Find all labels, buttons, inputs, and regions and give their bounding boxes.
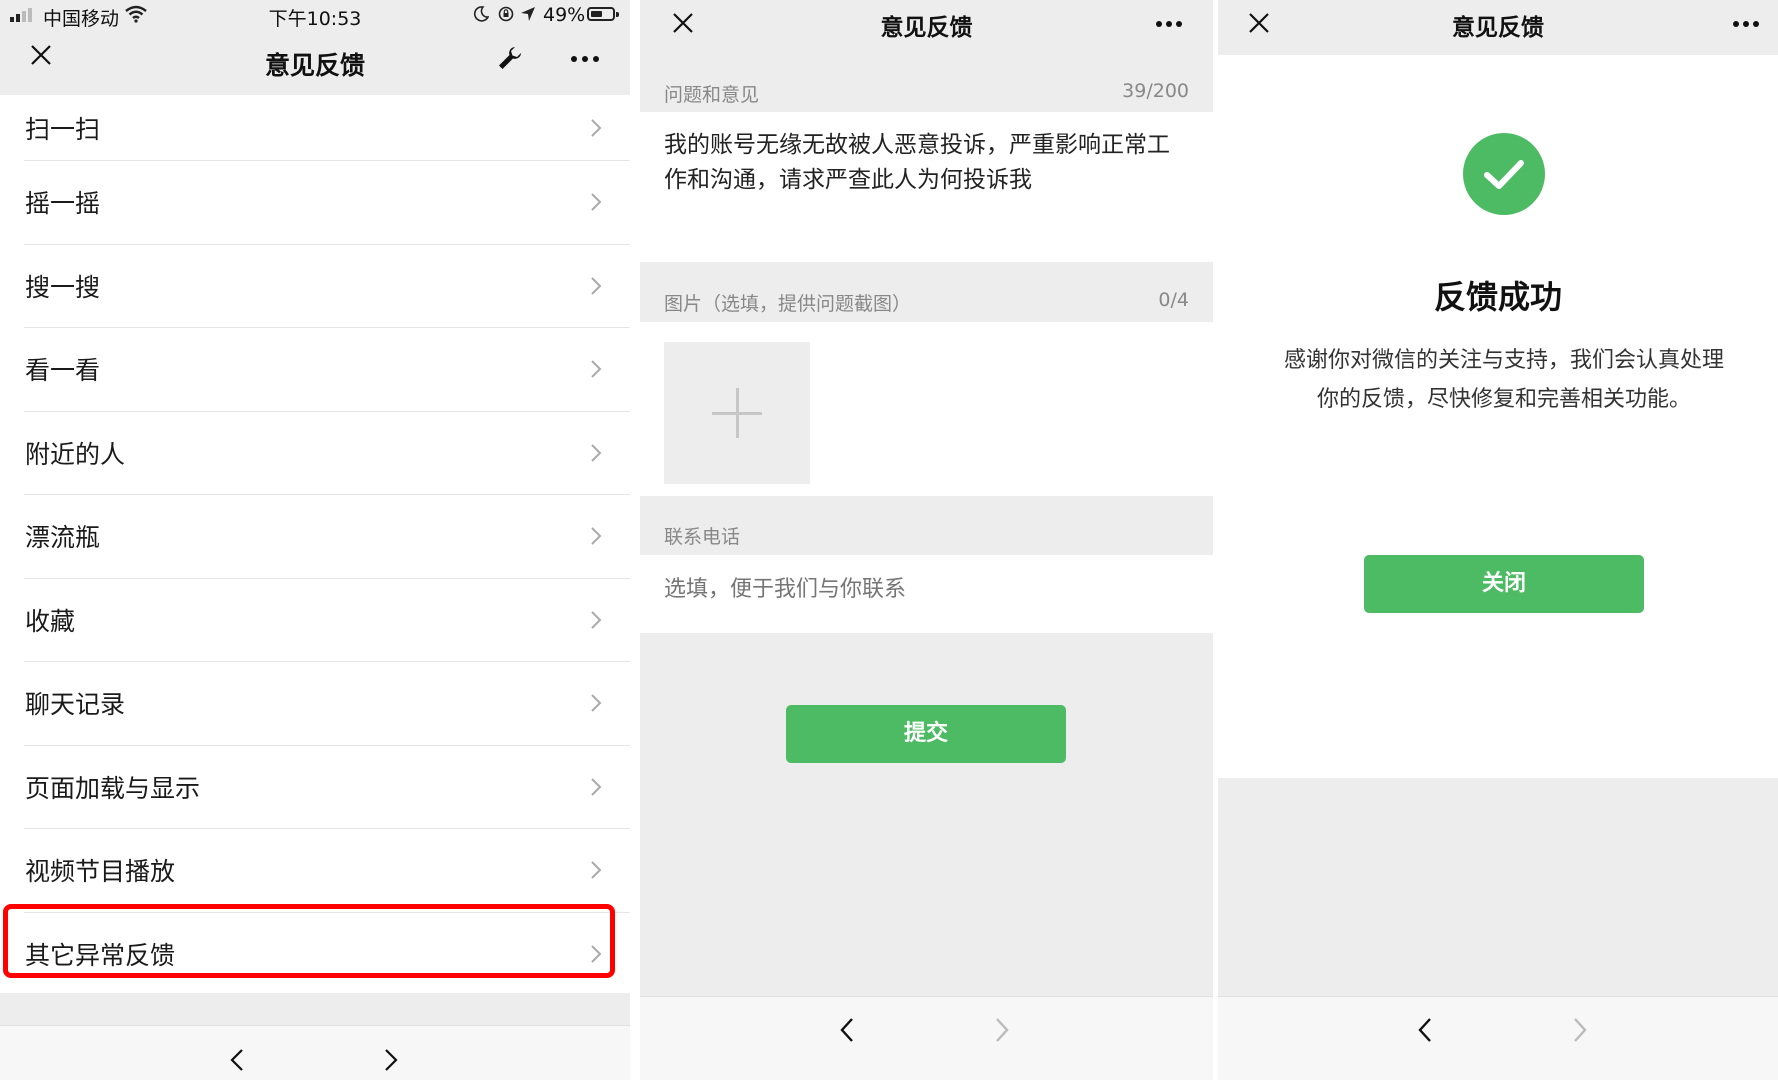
list-item[interactable]: 页面加载与显示 [24,746,630,829]
list-item-label: 扫一扫 [25,114,101,144]
highlight-box [3,904,615,978]
chevron-right-icon[interactable] [1573,1017,1587,1043]
char-counter: 39/200 [1122,80,1189,102]
chevron-right-icon [591,360,602,378]
chevron-right-icon [591,778,602,796]
chevron-right-icon [591,611,602,629]
chevron-right-icon [591,694,602,712]
more-icon[interactable] [570,55,600,63]
list-item[interactable]: 视频节目播放 [24,829,630,913]
image-counter: 0/4 [1158,289,1189,311]
location-icon [521,7,535,21]
list-item[interactable]: 收藏 [24,579,630,662]
close-button[interactable]: 关闭 [1364,555,1644,613]
add-image-button[interactable] [664,342,810,484]
chevron-right-icon [591,527,602,545]
list-item[interactable]: 聊天记录 [24,662,630,746]
list-item-label: 聊天记录 [25,690,126,720]
list-item[interactable]: 摇一摇 [24,161,630,245]
page-title: 意见反馈 [880,15,973,41]
chevron-right-icon[interactable] [384,1048,398,1072]
success-icon [1463,133,1545,215]
battery-percent: 49% [543,4,586,26]
success-message: 感谢你对微信的关注与支持，我们会认真处理你的反馈，尽快修复和完善相关功能。 [1283,348,1724,412]
feedback-success-screen: 意见反馈 反馈成功 感谢你对微信的关注与支持，我们会认真处理你的反馈，尽快修复和… [1218,0,1778,1080]
section-label: 问题和意见 [664,84,760,106]
list-item-label: 视频节目播放 [25,857,176,887]
success-title: 反馈成功 [1433,278,1562,316]
feedback-textarea[interactable]: 我的账号无缘无故被人恶意投诉，严重影响正常工作和沟通，请求严查此人为何投诉我 [640,112,1213,262]
page-title: 意见反馈 [1452,15,1544,41]
nav-bar: 意见反馈 [0,30,630,95]
list-item[interactable]: 附近的人 [24,412,630,495]
chevron-right-icon [591,118,602,137]
more-icon[interactable] [1732,20,1760,28]
check-icon [1484,160,1524,189]
chevron-left-icon[interactable] [230,1048,244,1072]
bottom-toolbar [640,996,1213,1080]
phone-field [640,555,1213,633]
wrench-icon[interactable] [496,44,524,72]
list-item-label: 摇一摇 [25,189,101,219]
rotation-lock-icon [498,6,514,22]
list-item-label: 收藏 [25,606,76,636]
list-item-label: 附近的人 [25,439,126,469]
more-icon[interactable] [1155,20,1183,28]
chevron-right-icon [591,861,602,879]
feedback-form-screen: 意见反馈 问题和意见 39/200 我的账号无缘无故被人恶意投诉，严重影响正常工… [640,0,1213,1080]
nav-bar: 意见反馈 [640,0,1213,48]
page-title: 意见反馈 [264,51,365,80]
list-item-label: 看一看 [25,356,101,386]
chevron-left-icon[interactable] [1418,1017,1432,1043]
chevron-right-icon [591,277,602,295]
chevron-right-icon [591,193,602,211]
nav-bar: 意见反馈 [1218,0,1778,55]
feedback-category-list: 扫一扫 摇一摇 搜一搜 看一看 附近的人 漂流瓶 收藏 聊天记录 页面加载与显示… [0,95,630,996]
list-item[interactable]: 搜一搜 [24,245,630,328]
section-label: 图片（选填，提供问题截图） [664,293,912,315]
chevron-left-icon[interactable] [840,1017,854,1043]
chevron-right-icon[interactable] [995,1017,1009,1043]
image-upload-area [640,322,1213,496]
bottom-toolbar [0,1025,630,1080]
chevron-right-icon [591,444,602,462]
list-item-label: 页面加载与显示 [25,773,201,803]
section-label: 联系电话 [664,526,741,548]
phone-input[interactable] [664,577,1164,602]
feedback-category-screen: 中国移动 下午10:53 49% 意见反馈 扫一扫 摇一摇 搜一搜 看一看 附近… [0,0,630,1080]
feedback-text: 我的账号无缘无故被人恶意投诉，严重影响正常工作和沟通，请求严查此人为何投诉我 [664,132,1170,193]
submit-button[interactable]: 提交 [786,705,1066,763]
list-footer-spacer [0,993,630,1025]
list-item[interactable]: 扫一扫 [24,95,630,161]
status-bar: 中国移动 下午10:53 49% [0,0,630,30]
list-item-label: 搜一搜 [25,272,101,302]
list-item[interactable]: 漂流瓶 [24,495,630,579]
bottom-toolbar [1218,996,1778,1080]
moon-icon [473,6,489,22]
list-item-label: 漂流瓶 [25,523,101,553]
battery-icon [587,7,615,21]
list-item[interactable]: 看一看 [24,328,630,412]
